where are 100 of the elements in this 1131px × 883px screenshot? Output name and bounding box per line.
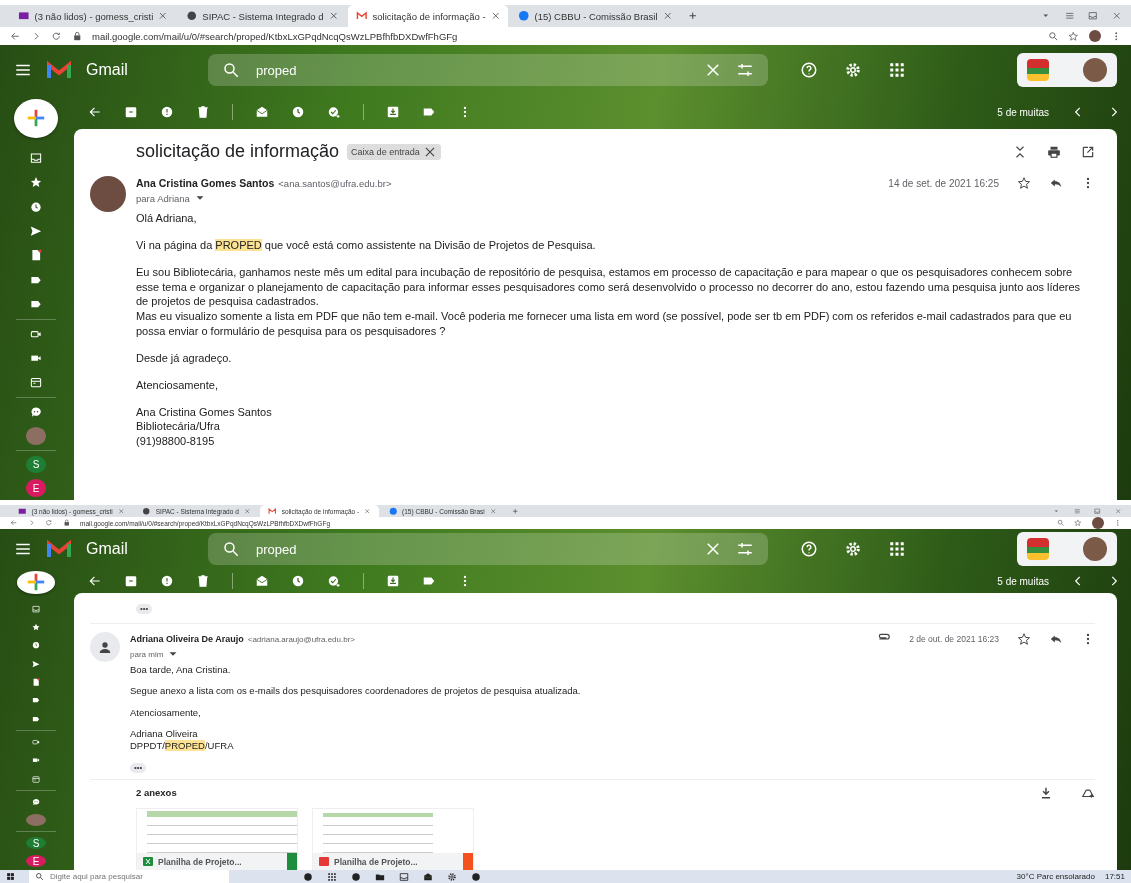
- clock-text[interactable]: 17:51: [1104, 872, 1125, 881]
- exclamation-icon[interactable]: [160, 574, 174, 588]
- collapse-icon[interactable]: [1013, 144, 1027, 159]
- back-icon[interactable]: [88, 105, 102, 119]
- trash-icon[interactable]: [196, 105, 210, 119]
- print-icon[interactable]: [1047, 144, 1061, 159]
- compose-button[interactable]: [14, 99, 58, 138]
- popout-icon[interactable]: [1081, 144, 1095, 159]
- attachment-card[interactable]: Planilha de Projeto...: [136, 807, 298, 870]
- archive-icon[interactable]: [124, 574, 138, 588]
- tray-icon[interactable]: [386, 574, 400, 588]
- windows-icon[interactable]: [6, 872, 15, 881]
- envelope-icon[interactable]: [255, 574, 269, 588]
- browser-tab[interactable]: SIPAC - Sistema Integrado d: [177, 5, 347, 27]
- new-tab-icon[interactable]: [688, 11, 698, 21]
- star-icon[interactable]: [29, 176, 43, 189]
- taskbar-search-input[interactable]: Digite aqui para pesquisar: [50, 872, 223, 881]
- inbox-icon[interactable]: [29, 604, 43, 613]
- browser-tab[interactable]: (3 não lidos) - gomess_cristi: [10, 5, 176, 27]
- archive-icon[interactable]: [124, 105, 138, 119]
- calendar-icon[interactable]: [29, 774, 43, 783]
- close-icon[interactable]: [490, 11, 501, 21]
- calendar-icon[interactable]: [29, 376, 43, 389]
- clock-icon[interactable]: [29, 200, 43, 213]
- gmail-logo-icon[interactable]: [46, 60, 72, 80]
- avatar[interactable]: [1083, 58, 1107, 82]
- apps-icon[interactable]: [888, 61, 906, 79]
- reload-icon[interactable]: [51, 30, 62, 42]
- circle-icon[interactable]: [303, 871, 313, 882]
- help-icon[interactable]: [800, 540, 818, 558]
- filter-icon[interactable]: [736, 540, 754, 558]
- taskbar-search-field[interactable]: Digite aqui para pesquisar: [29, 870, 229, 883]
- tray-icon[interactable]: [386, 105, 400, 119]
- clear-icon[interactable]: [704, 540, 722, 558]
- settings-icon[interactable]: [447, 871, 457, 882]
- collapsed-messages-button[interactable]: •••: [136, 604, 153, 614]
- account-panel[interactable]: [1017, 53, 1117, 87]
- close-icon[interactable]: [1111, 11, 1121, 21]
- back-icon[interactable]: [10, 30, 21, 42]
- trash-icon[interactable]: [196, 574, 210, 588]
- close-icon[interactable]: [489, 507, 497, 515]
- gmail-logo-icon[interactable]: [46, 539, 72, 559]
- search-icon[interactable]: [222, 61, 240, 79]
- help-icon[interactable]: [800, 61, 818, 79]
- letter-avatar[interactable]: E: [26, 479, 46, 498]
- envelope-icon[interactable]: [255, 105, 269, 119]
- settings-icon[interactable]: [844, 61, 862, 79]
- close-icon[interactable]: [243, 507, 251, 515]
- star-icon[interactable]: [1017, 632, 1031, 646]
- close-icon[interactable]: [364, 507, 371, 515]
- account-panel[interactable]: [1017, 532, 1117, 566]
- exclamation-icon[interactable]: [160, 105, 174, 119]
- letter-avatar[interactable]: S: [26, 455, 46, 474]
- apps-icon[interactable]: [888, 540, 906, 558]
- zoom-icon[interactable]: [1056, 519, 1064, 527]
- letter-avatar[interactable]: E: [26, 855, 46, 867]
- settings-icon[interactable]: [844, 540, 862, 558]
- close-icon[interactable]: [328, 11, 339, 21]
- clock-icon[interactable]: [291, 574, 305, 588]
- close-icon[interactable]: [662, 11, 673, 21]
- address-bar[interactable]: mail.google.com/mail/u/0/#search/proped/KtbxLxGPqdNcqQsWzLPBfhfbDXDwfFhGFg: [92, 30, 1038, 42]
- star-icon[interactable]: [1068, 30, 1079, 42]
- search-bar[interactable]: proped: [208, 533, 768, 565]
- download-icon[interactable]: [1039, 785, 1053, 800]
- star-icon[interactable]: [1017, 176, 1031, 190]
- task-view-icon[interactable]: [327, 871, 337, 882]
- send-icon[interactable]: [29, 225, 43, 238]
- browser-tab[interactable]: solicitação de informação -: [348, 5, 509, 27]
- zoom-icon[interactable]: [1047, 30, 1058, 42]
- profile-avatar[interactable]: [1088, 30, 1101, 42]
- crest-icon: [1027, 59, 1049, 81]
- avatar[interactable]: [1083, 537, 1107, 561]
- new-tab-icon[interactable]: [512, 507, 519, 515]
- recipient-dropdown[interactable]: para Adriana: [136, 191, 1095, 205]
- browser-tab[interactable]: (15) CBBU - Comissão Brasil: [510, 5, 681, 27]
- compose-button[interactable]: [17, 571, 55, 594]
- search-field[interactable]: proped: [254, 61, 690, 79]
- search-field[interactable]: proped: [254, 540, 690, 558]
- close-icon[interactable]: [158, 11, 168, 21]
- search-bar[interactable]: proped: [208, 54, 768, 86]
- letter-avatar[interactable]: S: [26, 837, 46, 850]
- recipient-dropdown[interactable]: para mim: [130, 647, 1095, 661]
- trimmed-content-button[interactable]: •••: [130, 762, 147, 773]
- clock-icon[interactable]: [291, 105, 305, 119]
- document-icon[interactable]: [29, 249, 43, 262]
- clear-icon[interactable]: [704, 61, 722, 79]
- star-icon[interactable]: [1074, 519, 1082, 527]
- back-icon[interactable]: [88, 574, 102, 588]
- close-icon[interactable]: [117, 507, 125, 515]
- weather-text[interactable]: 30°C Parc ensolarado: [1016, 872, 1095, 881]
- check-icon[interactable]: [327, 574, 341, 588]
- search-icon[interactable]: [222, 540, 240, 558]
- check-icon[interactable]: [327, 105, 341, 119]
- label-chip[interactable]: Caixa de entrada: [347, 143, 441, 160]
- filter-icon[interactable]: [736, 61, 754, 79]
- mail-icon[interactable]: [423, 871, 433, 882]
- profile-avatar[interactable]: [1091, 517, 1104, 529]
- chat-icon[interactable]: [29, 405, 43, 418]
- attachment-card[interactable]: Planilha de Projeto...: [312, 807, 474, 870]
- inbox-icon[interactable]: [29, 151, 43, 165]
